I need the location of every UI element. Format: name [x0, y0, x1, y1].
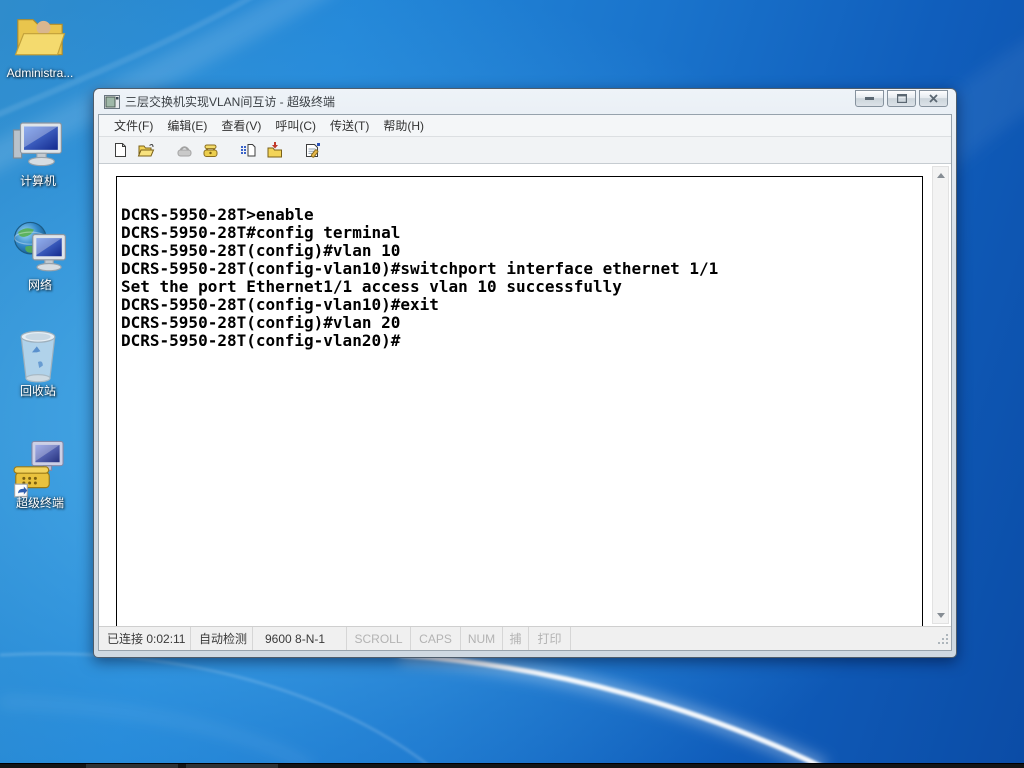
properties-icon[interactable] — [300, 139, 324, 161]
terminal-content-area: DCRS-5950-28T>enable DCRS-5950-28T#confi… — [99, 164, 951, 626]
hyperterminal-window-icon — [104, 95, 120, 109]
close-button[interactable] — [919, 90, 948, 107]
desktop-icon-network[interactable]: 网络 — [2, 220, 78, 294]
status-connection: 已连接 0:02:11 — [99, 627, 191, 650]
menu-help[interactable]: 帮助(H) — [376, 115, 431, 136]
status-baud: 9600 8-N-1 — [253, 627, 347, 650]
call-icon — [172, 139, 196, 161]
resize-grip[interactable] — [938, 634, 950, 649]
terminal-line: Set the port Ethernet1/1 access vlan 10 … — [121, 278, 922, 296]
status-autodetect: 自动检测 — [191, 627, 253, 650]
recycle-bin-icon — [0, 326, 76, 382]
terminal-line: DCRS-5950-28T#config terminal — [121, 224, 922, 242]
title-bar[interactable]: 三层交换机实现VLAN间互访 - 超级终端 — [98, 89, 952, 114]
menu-file[interactable]: 文件(F) — [107, 115, 160, 136]
status-caps: CAPS — [411, 627, 461, 650]
status-capture: 捕 — [503, 627, 529, 650]
receive-icon[interactable] — [262, 139, 286, 161]
terminal-line: DCRS-5950-28T(config-vlan10)#switchport … — [121, 260, 922, 278]
send-icon[interactable] — [236, 139, 260, 161]
terminal-line: DCRS-5950-28T>enable — [121, 206, 922, 224]
status-bar: 已连接 0:02:11 自动检测 9600 8-N-1 SCROLL CAPS … — [99, 626, 951, 650]
open-icon[interactable] — [134, 139, 158, 161]
minimize-button[interactable] — [855, 90, 884, 107]
menu-call[interactable]: 呼叫(C) — [268, 115, 323, 136]
scroll-up-icon[interactable] — [933, 167, 948, 183]
desktop-icon-label: 回收站 — [20, 384, 56, 398]
desktop-icon-recycle-bin[interactable]: 回收站 — [0, 326, 76, 400]
user-folder-icon — [2, 8, 78, 64]
status-scroll: SCROLL — [347, 627, 411, 650]
vertical-scrollbar[interactable] — [932, 166, 949, 624]
window-title: 三层交换机实现VLAN间互访 - 超级终端 — [125, 93, 855, 110]
terminal-line: DCRS-5950-28T(config-vlan10)#exit — [121, 296, 922, 314]
desktop-icon-label: 超级终端 — [16, 496, 64, 510]
disconnect-icon[interactable] — [198, 139, 222, 161]
new-connection-icon[interactable] — [108, 139, 132, 161]
network-globe-icon — [2, 220, 78, 276]
taskbar[interactable] — [0, 763, 1024, 768]
taskbar-button[interactable] — [186, 764, 278, 768]
maximize-button[interactable] — [887, 90, 916, 107]
menu-bar: 文件(F) 编辑(E) 查看(V) 呼叫(C) 传送(T) 帮助(H) — [99, 115, 951, 137]
taskbar-button[interactable] — [86, 764, 178, 768]
terminal-output: DCRS-5950-28T>enable DCRS-5950-28T#confi… — [117, 177, 922, 350]
desktop-icon-hyperterminal[interactable]: 超级终端 — [2, 438, 78, 512]
desktop-icon-label: 网络 — [28, 278, 52, 292]
terminal-line: DCRS-5950-28T(config)#vlan 10 — [121, 242, 922, 260]
terminal-line: DCRS-5950-28T(config)#vlan 20 — [121, 314, 922, 332]
desktop-icon-computer[interactable]: 计算机 — [0, 116, 76, 190]
computer-icon — [0, 116, 76, 172]
menu-edit[interactable]: 编辑(E) — [160, 115, 214, 136]
terminal-line: DCRS-5950-28T(config-vlan20)# — [121, 332, 922, 350]
terminal-screen[interactable]: DCRS-5950-28T>enable DCRS-5950-28T#confi… — [116, 176, 923, 628]
hyperterminal-icon — [2, 438, 78, 494]
status-print: 打印 — [529, 627, 571, 650]
scroll-down-icon[interactable] — [933, 607, 948, 623]
hyperterminal-window: 三层交换机实现VLAN间互访 - 超级终端 文件(F) 编辑(E) 查看(V) … — [93, 88, 957, 658]
menu-view[interactable]: 查看(V) — [214, 115, 268, 136]
menu-transfer[interactable]: 传送(T) — [323, 115, 376, 136]
status-num: NUM — [461, 627, 503, 650]
desktop-icon-administrator[interactable]: Administra... — [2, 8, 78, 82]
desktop-icon-label: Administra... — [7, 66, 74, 80]
desktop-icon-label: 计算机 — [20, 174, 56, 188]
toolbar — [99, 137, 951, 164]
